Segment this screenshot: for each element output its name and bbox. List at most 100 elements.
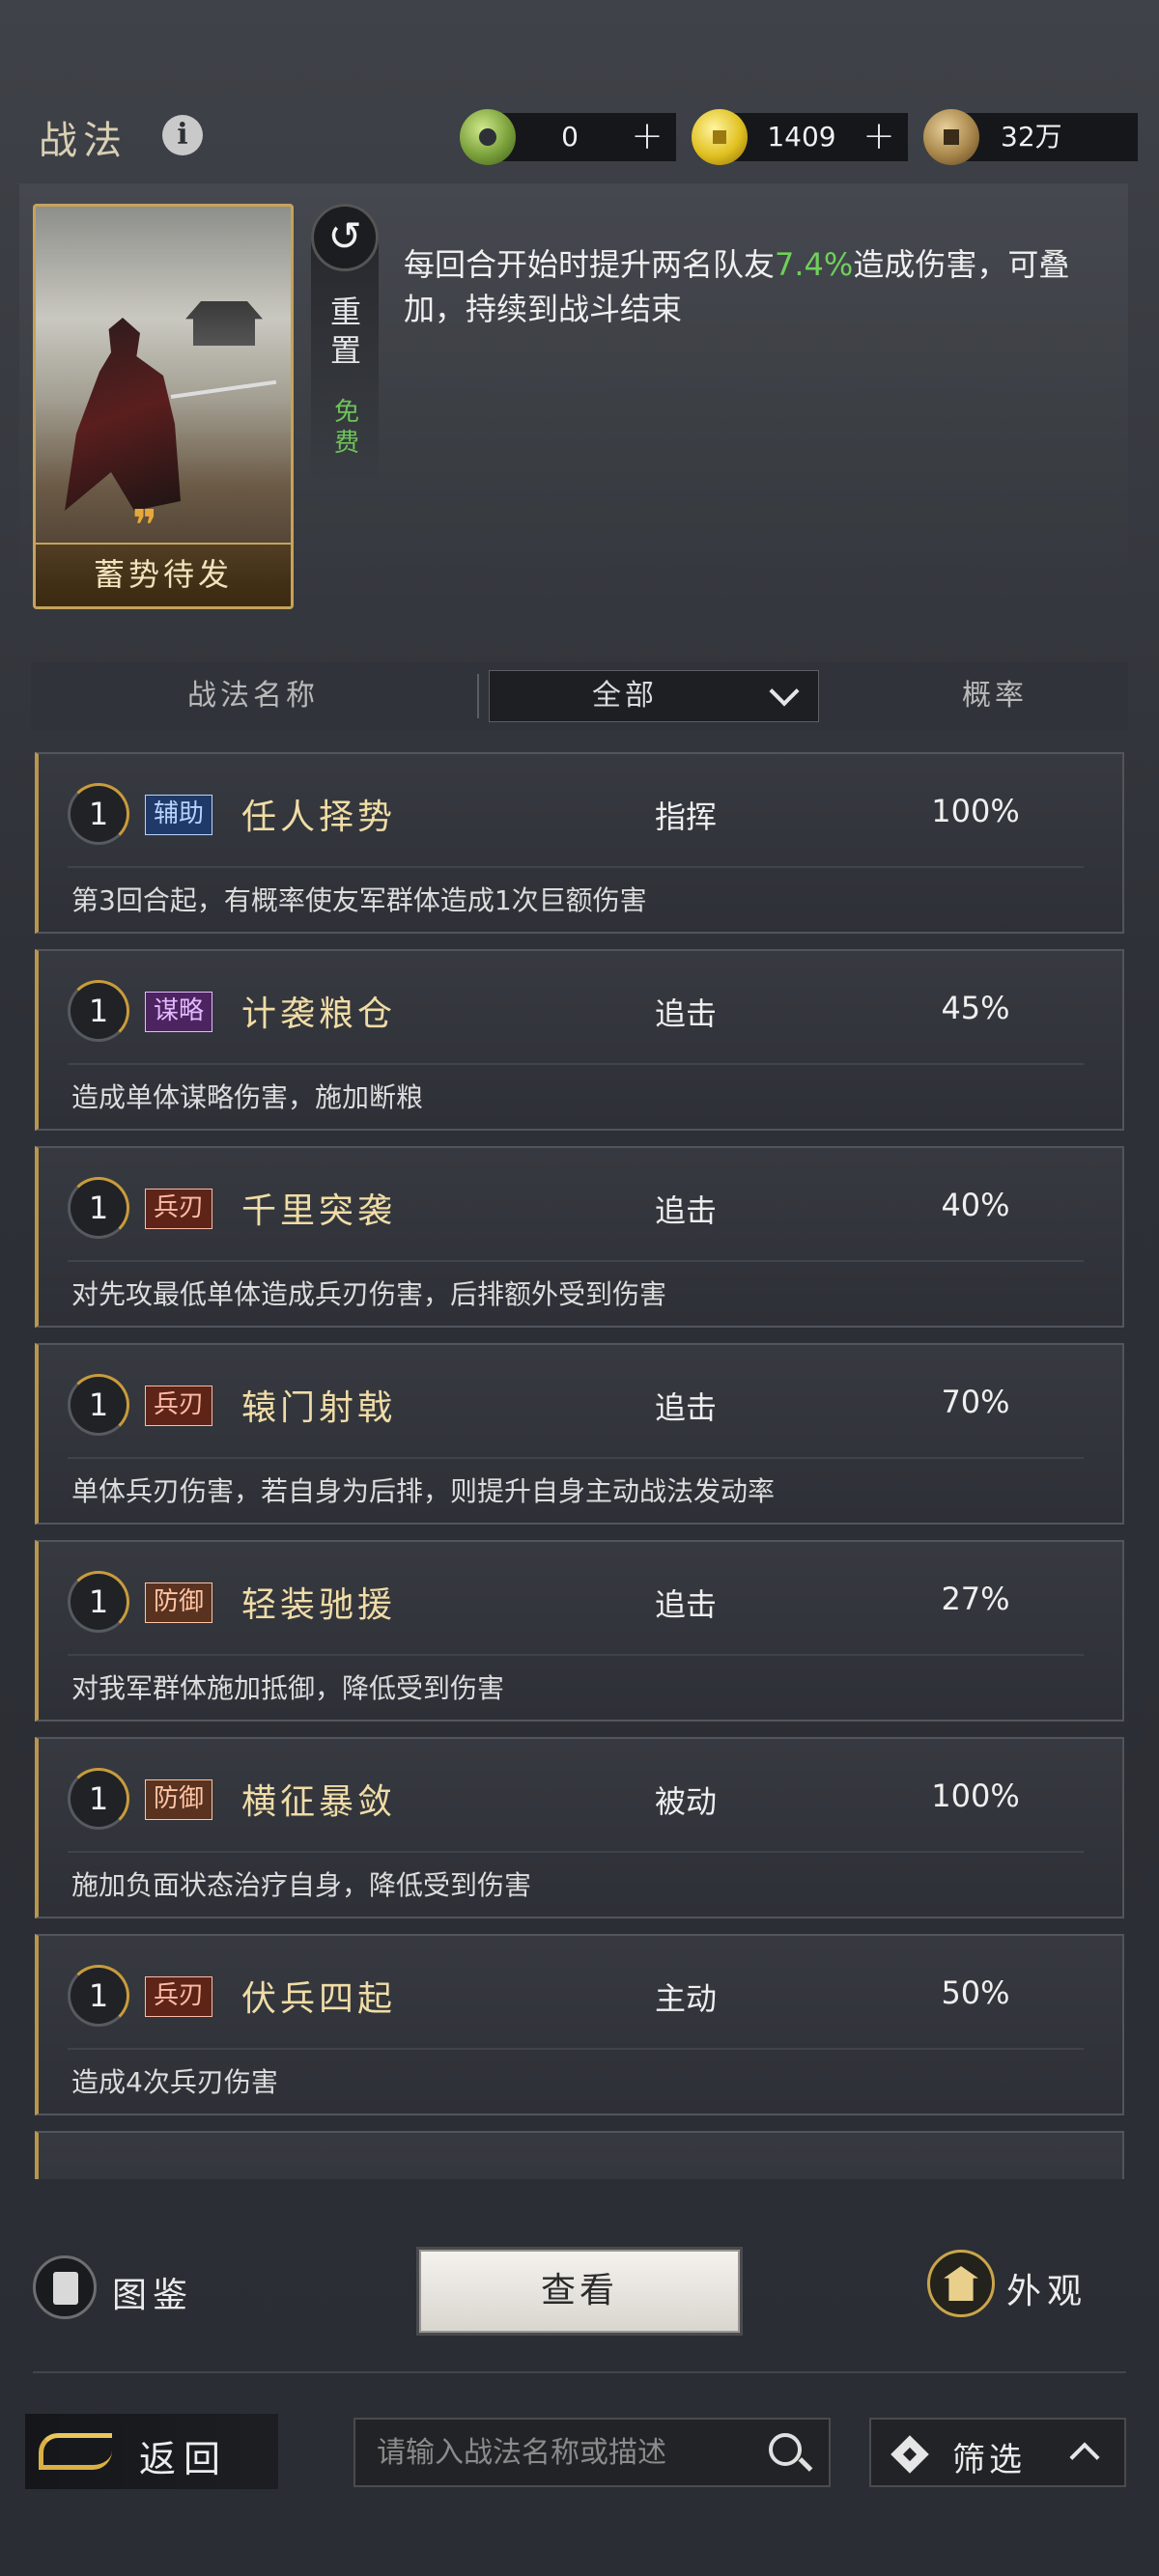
book-icon xyxy=(33,2255,97,2319)
view-button[interactable]: 查看 xyxy=(419,2250,740,2333)
divider xyxy=(33,2371,1126,2373)
card-art-warrior xyxy=(65,318,181,511)
skill-level-badge: 1 xyxy=(68,980,129,1042)
skill-category-tag: 兵刃 xyxy=(145,1976,213,2017)
currency-copper: 32万 xyxy=(923,109,1138,165)
skill-category-tag: 防御 xyxy=(145,1779,213,1820)
skill-type: 指挥 xyxy=(654,798,717,835)
skill-category-tag: 防御 xyxy=(145,1582,213,1623)
skill-description: 造成4次兵刃伤害 xyxy=(71,2066,278,2098)
skill-name: 横征暴敛 xyxy=(241,1782,397,1822)
category-filter-value: 全部 xyxy=(592,679,658,713)
search-input[interactable] xyxy=(355,2420,761,2485)
currency-jade: 0 + xyxy=(460,109,676,165)
back-button[interactable]: 返回 xyxy=(25,2414,278,2489)
skill-type: 被动 xyxy=(654,1783,717,1820)
search-box xyxy=(353,2418,831,2487)
back-arrow-icon xyxy=(39,2433,112,2470)
skill-probability: 40% xyxy=(941,1187,1010,1223)
gallery-label: 图鉴 xyxy=(112,2276,194,2315)
skill-name: 计袭粮仓 xyxy=(241,994,397,1034)
search-icon[interactable] xyxy=(769,2433,802,2466)
filter-button[interactable]: 筛选 xyxy=(869,2418,1126,2487)
skill-name: 任人择势 xyxy=(241,798,397,837)
skill-description: 单体兵刃伤害，若自身为后排，则提升自身主动战法发动率 xyxy=(71,1475,776,1507)
action-bar: 图鉴 查看 外观 xyxy=(0,2184,1159,2377)
skill-row[interactable]: 1 辅助 任人择势 指挥 100% 第3回合起，有概率使友军群体造成1次巨额伤害 xyxy=(35,752,1124,934)
skill-probability: 100% xyxy=(931,793,1020,829)
skill-category-tag: 兵刃 xyxy=(145,1386,213,1426)
skill-name: 轻装驰援 xyxy=(241,1585,397,1625)
row-divider xyxy=(68,1063,1084,1065)
skill-probability: 50% xyxy=(941,1974,1010,2011)
row-divider xyxy=(68,1654,1084,1656)
skill-row[interactable]: 1 兵刃 伏兵四起 主动 50% 造成4次兵刃伤害 xyxy=(35,1934,1124,2115)
skill-probability: 45% xyxy=(941,990,1010,1026)
copper-value: 32万 xyxy=(1001,121,1062,153)
page-title: 战法 xyxy=(39,119,127,163)
gallery-button[interactable]: 图鉴 xyxy=(33,2255,226,2323)
skill-type: 主动 xyxy=(654,1980,717,2017)
category-filter-dropdown[interactable]: 全部 xyxy=(489,670,819,722)
skill-type: 追击 xyxy=(654,1586,717,1623)
skill-level-badge: 1 xyxy=(68,1768,129,1830)
column-header-probability: 概率 xyxy=(962,679,1028,713)
skill-category-tag: 兵刃 xyxy=(145,1189,213,1229)
header: 战法 i 0 + 1409 + 32万 xyxy=(0,92,1159,181)
jade-icon xyxy=(460,109,516,165)
add-jade-button[interactable]: + xyxy=(626,113,668,159)
filter-label: 筛选 xyxy=(952,2441,1026,2479)
desc-text-pre: 每回合开始时提升两名队友 xyxy=(404,246,776,283)
skill-type: 追击 xyxy=(654,995,717,1032)
skill-type: 追击 xyxy=(654,1192,717,1229)
column-divider xyxy=(477,674,479,718)
jade-value: 0 xyxy=(561,121,579,153)
chevron-up-icon xyxy=(1069,2442,1100,2473)
skill-description: 施加负面状态治疗自身，降低受到伤害 xyxy=(71,1869,532,1901)
skill-row[interactable]: 1 兵刃 辕门射戟 追击 70% 单体兵刃伤害，若自身为后排，则提升自身主动战法发动率 xyxy=(35,1343,1124,1525)
pavilion-icon xyxy=(927,2250,995,2317)
desc-highlight-value: 7.4% xyxy=(775,246,854,283)
skill-row-partial[interactable] xyxy=(35,2131,1124,2179)
skill-row[interactable]: 1 兵刃 千里突袭 追击 40% 对先攻最低单体造成兵刃伤害，后排额外受到伤害 xyxy=(35,1146,1124,1328)
skill-row[interactable]: 1 谋略 计袭粮仓 追击 45% 造成单体谋略伤害，施加断粮 xyxy=(35,949,1124,1131)
skill-row[interactable]: 1 防御 横征暴敛 被动 100% 施加负面状态治疗自身，降低受到伤害 xyxy=(35,1737,1124,1918)
skill-description: 第3回合起，有概率使友军群体造成1次巨额伤害 xyxy=(71,884,647,916)
add-gold-button[interactable]: + xyxy=(858,113,900,159)
gold-coin-icon xyxy=(692,109,748,165)
skill-probability: 70% xyxy=(941,1384,1010,1420)
row-divider xyxy=(68,1457,1084,1459)
skill-level-badge: 1 xyxy=(68,1965,129,2027)
chevron-down-icon xyxy=(769,676,800,707)
skill-level-badge: 1 xyxy=(68,1374,129,1436)
filter-diamond-icon xyxy=(890,2435,929,2474)
card-art-blade xyxy=(170,379,277,399)
column-header-name: 战法名称 xyxy=(187,679,319,713)
skill-level-badge: 1 xyxy=(68,1571,129,1633)
row-divider xyxy=(68,1260,1084,1262)
appearance-label: 外观 xyxy=(1006,2272,1088,2311)
skill-category-tag: 辅助 xyxy=(145,795,213,835)
skill-level-badge: 1 xyxy=(68,1177,129,1239)
skill-description: 对我军群体施加抵御，降低受到伤害 xyxy=(71,1672,505,1704)
free-label: 免费 xyxy=(333,398,359,458)
table-header: 战法名称 全部 概率 xyxy=(31,662,1128,730)
skill-card-name: 蓄势待发 xyxy=(36,543,291,606)
reset-button[interactable]: ↺ 重置 免费 xyxy=(311,204,379,484)
skill-name: 千里突袭 xyxy=(241,1191,397,1231)
copper-coin-icon xyxy=(923,109,979,165)
back-label: 返回 xyxy=(139,2438,229,2480)
selected-skill-panel: ❞ 蓄势待发 ↺ 重置 免费 每回合开始时提升两名队友7.4%造成伤害，可叠加，… xyxy=(19,183,1128,618)
skill-row[interactable]: 1 防御 轻装驰援 追击 27% 对我军群体施加抵御，降低受到伤害 xyxy=(35,1540,1124,1722)
appearance-button[interactable]: 外观 xyxy=(927,2248,1120,2325)
info-icon[interactable]: i xyxy=(162,115,203,155)
row-divider xyxy=(68,866,1084,868)
skill-probability: 100% xyxy=(931,1778,1020,1814)
reset-icon: ↺ xyxy=(311,204,379,271)
selected-skill-description: 每回合开始时提升两名队友7.4%造成伤害，可叠加，持续到战斗结束 xyxy=(404,242,1080,331)
skill-list[interactable]: 1 辅助 任人择势 指挥 100% 第3回合起，有概率使友军群体造成1次巨额伤害 1 谋略 计袭… xyxy=(0,748,1159,2179)
skill-description: 对先攻最低单体造成兵刃伤害，后排额外受到伤害 xyxy=(71,1278,667,1310)
skill-card[interactable]: ❞ 蓄势待发 xyxy=(33,204,294,609)
skill-type: 追击 xyxy=(654,1389,717,1426)
row-divider xyxy=(68,1851,1084,1853)
